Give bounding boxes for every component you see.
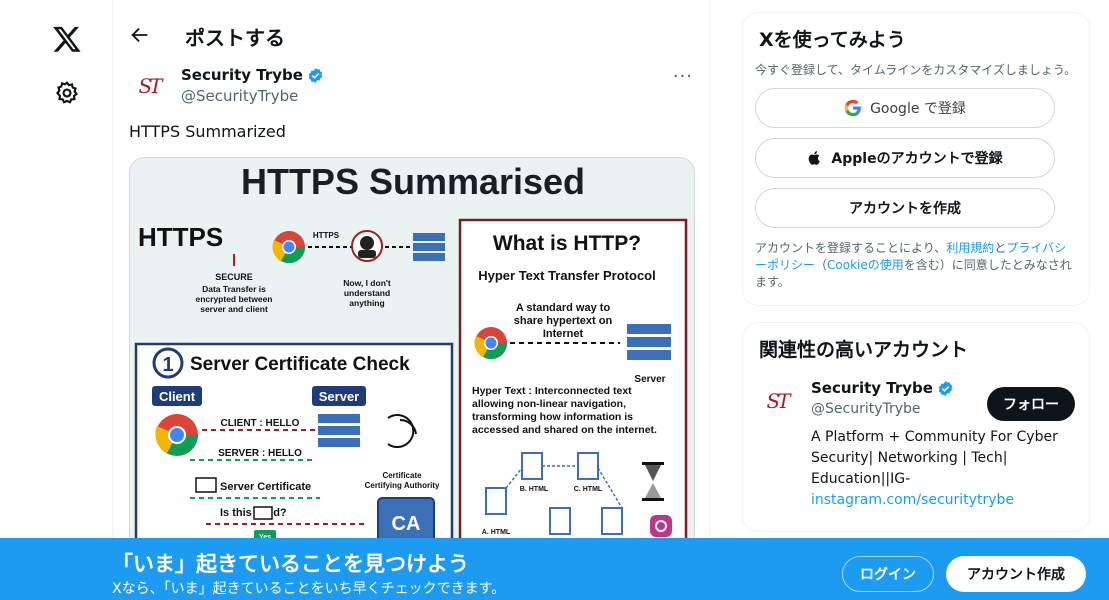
follow-button[interactable]: フォロー: [987, 387, 1075, 421]
cert-title: Server Certificate Check: [190, 354, 410, 375]
legal-text: アカウントを登録することにより、利用規約とプライバシーポリシー（Cookieの使…: [755, 240, 1077, 291]
author-name[interactable]: Security Trybe: [181, 66, 324, 84]
create-account-button[interactable]: アカウントを作成: [755, 188, 1055, 228]
ca-label: CA: [392, 513, 421, 535]
x-logo-icon[interactable]: [52, 24, 82, 54]
author-name-text: Security Trybe: [181, 66, 303, 84]
author-handle[interactable]: @SecurityTrybe: [181, 87, 298, 105]
hypertext-desc-4: accessed and shared on the internet.: [472, 424, 657, 436]
http-desc-2: share hypertext on: [514, 315, 613, 327]
banner-subtext: Xなら、「いま」起きていることをいち早くチェックできます。: [112, 581, 506, 597]
instagram-icon: [650, 515, 672, 537]
related-bio: A Platform + Community For Cyber Securit…: [811, 427, 1081, 511]
secure-desc-3: server and client: [200, 304, 268, 314]
hypertext-desc-2: allowing non-linear navigation,: [472, 398, 626, 410]
bio-link[interactable]: instagram.com/securitytrybe: [811, 492, 1014, 508]
infographic-title: HTTPS Summarised: [241, 161, 585, 202]
what-http-title: What is HTTP?: [493, 232, 641, 255]
more-options-icon[interactable]: ···: [673, 66, 693, 87]
google-icon: [844, 99, 862, 117]
server-label: Server: [319, 389, 359, 404]
server-hello: SERVER : HELLO: [218, 448, 302, 459]
post-image[interactable]: HTTPS Summarised HTTPS SECURE Data Trans…: [129, 157, 695, 557]
server-icon-http: [627, 324, 671, 360]
https-label: HTTPS: [138, 222, 223, 252]
hypertext-desc-3: transforming how information is: [472, 411, 633, 423]
bottom-banner: 「いま」起きていることを見つけよう Xなら、「いま」起きていることをいち早くチェ…: [0, 538, 1109, 600]
related-avatar[interactable]: ST: [757, 381, 797, 421]
client-label: Client: [159, 389, 196, 404]
right-sidebar: Xを使ってみよう 今すぐ登録して、タイムラインをカスタマイズしましょう。 Goo…: [742, 12, 1090, 532]
hacker-desc-3: anything: [349, 298, 384, 308]
page-title: ポストする: [185, 26, 285, 50]
http-desc-1: A standard way to: [516, 302, 611, 314]
infographic: HTTPS Summarised HTTPS SECURE Data Trans…: [130, 158, 694, 556]
create-account-label: アカウントを作成: [849, 201, 961, 217]
server-icon: [413, 233, 445, 261]
post-text: HTTPS Summarized: [129, 122, 286, 141]
hacker-icon: [351, 230, 383, 262]
avatar[interactable]: ST: [129, 66, 169, 106]
secure-label: SECURE: [215, 272, 253, 282]
google-signup-button[interactable]: Google で登録: [755, 88, 1055, 128]
signup-card: Xを使ってみよう 今すぐ登録して、タイムラインをカスタマイズしましょう。 Goo…: [742, 12, 1090, 306]
step-number: 1: [162, 354, 173, 376]
signup-title: Xを使ってみよう: [759, 29, 906, 51]
ca-desc-1: Certificate: [382, 471, 422, 480]
server-certificate: Server Certificate: [220, 481, 311, 493]
http-server-label: Server: [634, 374, 665, 385]
server-icon-cert: [318, 414, 360, 447]
http-full: Hyper Text Transfer Protocol: [478, 268, 655, 283]
https-arrow-label: HTTPS: [313, 231, 340, 240]
signup-subtitle: 今すぐ登録して、タイムラインをカスタマイズしましょう。: [755, 63, 1077, 77]
hacker-desc-2: understand: [344, 288, 390, 298]
main-column: ポストする ST Security Trybe @SecurityTrybe ·…: [112, 0, 710, 600]
google-signup-label: Google で登録: [870, 101, 966, 117]
legal-and: と: [994, 241, 1007, 255]
client-hello: CLIENT : HELLO: [221, 418, 300, 429]
hypertext-desc-1: Hyper Text : Interconnected text: [472, 385, 632, 397]
verified-badge-icon: [938, 380, 953, 396]
html-b-label: B. HTML: [520, 486, 549, 493]
related-title: 関連性の高いアカウント: [759, 339, 969, 361]
gear-icon[interactable]: [54, 80, 80, 106]
related-name[interactable]: Security Trybe: [811, 379, 954, 397]
secure-desc-1: Data Transfer is: [202, 284, 266, 294]
apple-signup-button[interactable]: Appleのアカウントで登録: [755, 138, 1055, 178]
hacker-desc-1: Now, I don't: [343, 278, 391, 288]
related-accounts-card: 関連性の高いアカウント ST Security Trybe @SecurityT…: [742, 322, 1090, 532]
apple-signup-label: Appleのアカウントで登録: [831, 151, 1003, 167]
back-arrow-icon[interactable]: [129, 24, 151, 46]
terms-link[interactable]: 利用規約: [946, 241, 994, 255]
banner-headline: 「いま」起きていることを見つけよう: [112, 552, 469, 576]
cookie-link[interactable]: Cookieの使用: [827, 258, 904, 272]
http-desc-3: Internet: [543, 328, 584, 340]
secure-desc-2: encrypted between: [196, 294, 273, 304]
html-c-label: C. HTML: [574, 486, 603, 493]
legal-paren: （: [815, 258, 828, 272]
ca-desc-2: Certifying Authority: [365, 481, 440, 490]
related-name-text: Security Trybe: [811, 379, 933, 397]
related-handle[interactable]: @SecurityTrybe: [811, 401, 921, 417]
login-button[interactable]: ログイン: [842, 556, 934, 592]
signup-button[interactable]: アカウント作成: [946, 556, 1086, 592]
left-nav: [0, 0, 112, 600]
bio-text: A Platform + Community For Cyber Securit…: [811, 429, 1058, 487]
verified-badge-icon: [308, 67, 323, 83]
legal-pre: アカウントを登録することにより、: [755, 241, 947, 255]
html-a-label: A. HTML: [482, 529, 511, 536]
apple-icon: [809, 151, 821, 165]
